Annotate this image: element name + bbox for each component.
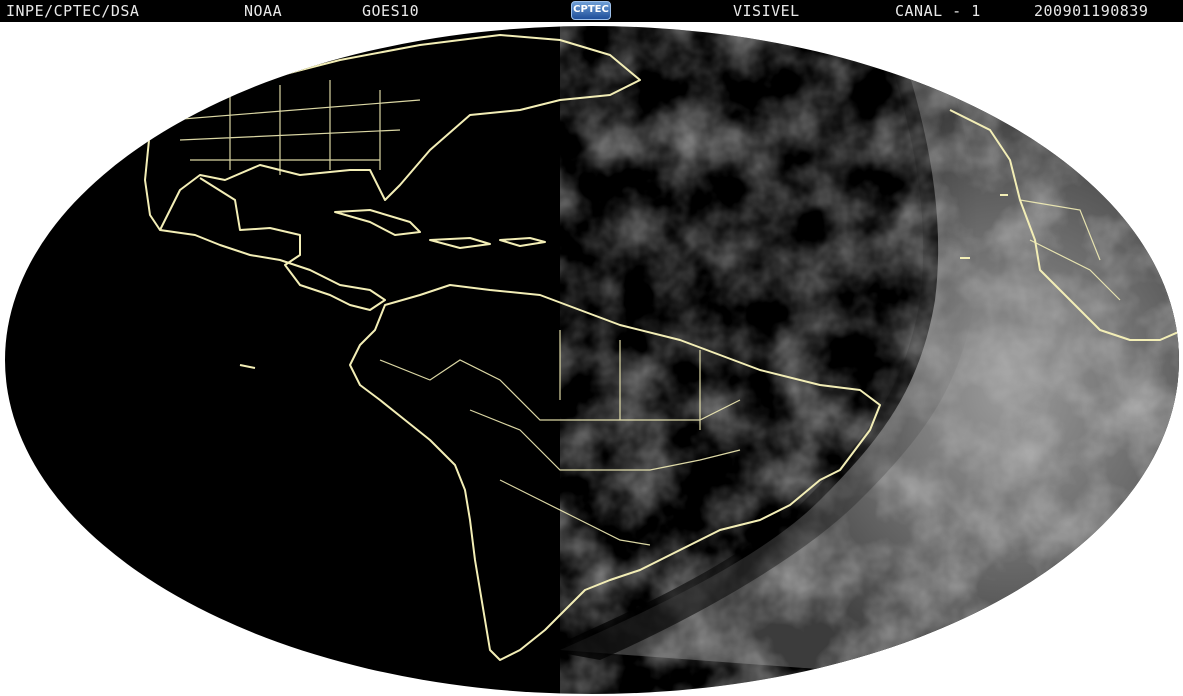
- timestamp-label: 200901190839: [1034, 2, 1149, 20]
- image-header-bar: INPE/CPTEC/DSA NOAA GOES10 CPTEC VISIVEL…: [0, 0, 1183, 22]
- agency-label: NOAA: [244, 2, 283, 20]
- cptec-logo: CPTEC: [571, 1, 611, 20]
- earth-disk-map: [5, 26, 1179, 694]
- organization-label: INPE/CPTEC/DSA: [6, 2, 140, 20]
- satellite-label: GOES10: [362, 2, 420, 20]
- channel-label: CANAL - 1: [895, 2, 981, 20]
- satellite-image-frame: INPE/CPTEC/DSA NOAA GOES10 CPTEC VISIVEL…: [0, 0, 1183, 696]
- band-label: VISIVEL: [733, 2, 800, 20]
